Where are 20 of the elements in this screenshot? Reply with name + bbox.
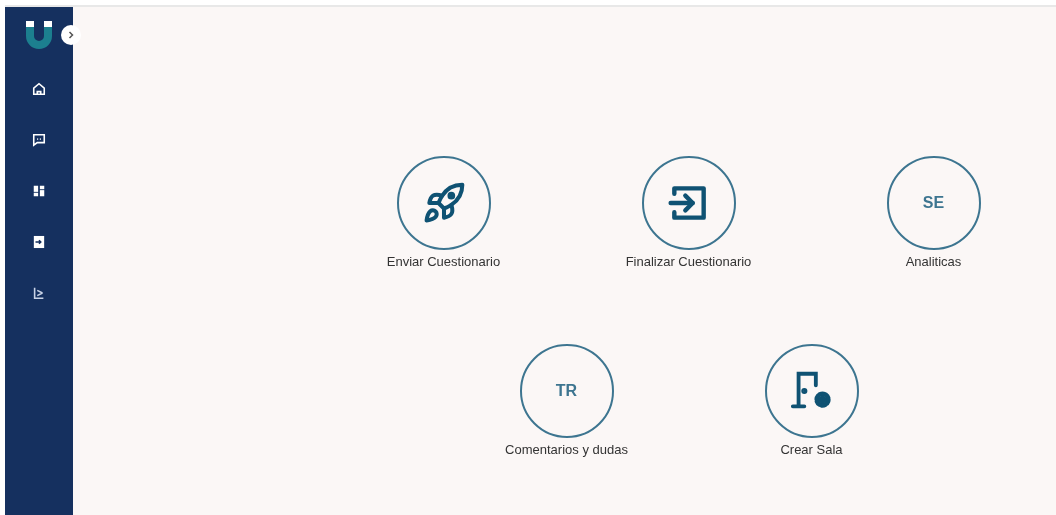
tile-button[interactable]	[764, 344, 859, 438]
chart-icon	[32, 286, 46, 300]
enter-icon	[32, 235, 46, 249]
chat-icon	[32, 133, 46, 147]
tile-button[interactable]: TR	[519, 344, 614, 438]
initials: TR	[555, 381, 578, 401]
home-icon	[32, 82, 46, 96]
tile-button[interactable]: SE	[886, 156, 981, 250]
tile-label: Comentarios y dudas	[505, 442, 628, 458]
initials: SE	[922, 193, 945, 213]
magnet-logo	[23, 19, 55, 49]
tile-label: Enviar Cuestionario	[386, 254, 501, 270]
tile-button[interactable]	[396, 156, 491, 250]
tile-label: Crear Sala	[780, 442, 843, 458]
tile-label: Finalizar Cuestionario	[625, 254, 752, 270]
tile-label: Analiticas	[905, 254, 962, 270]
chevron-right-icon	[67, 31, 75, 39]
tile-button[interactable]	[641, 156, 736, 250]
dashboard-icon	[32, 184, 46, 198]
collapse-toggle[interactable]	[61, 25, 81, 45]
